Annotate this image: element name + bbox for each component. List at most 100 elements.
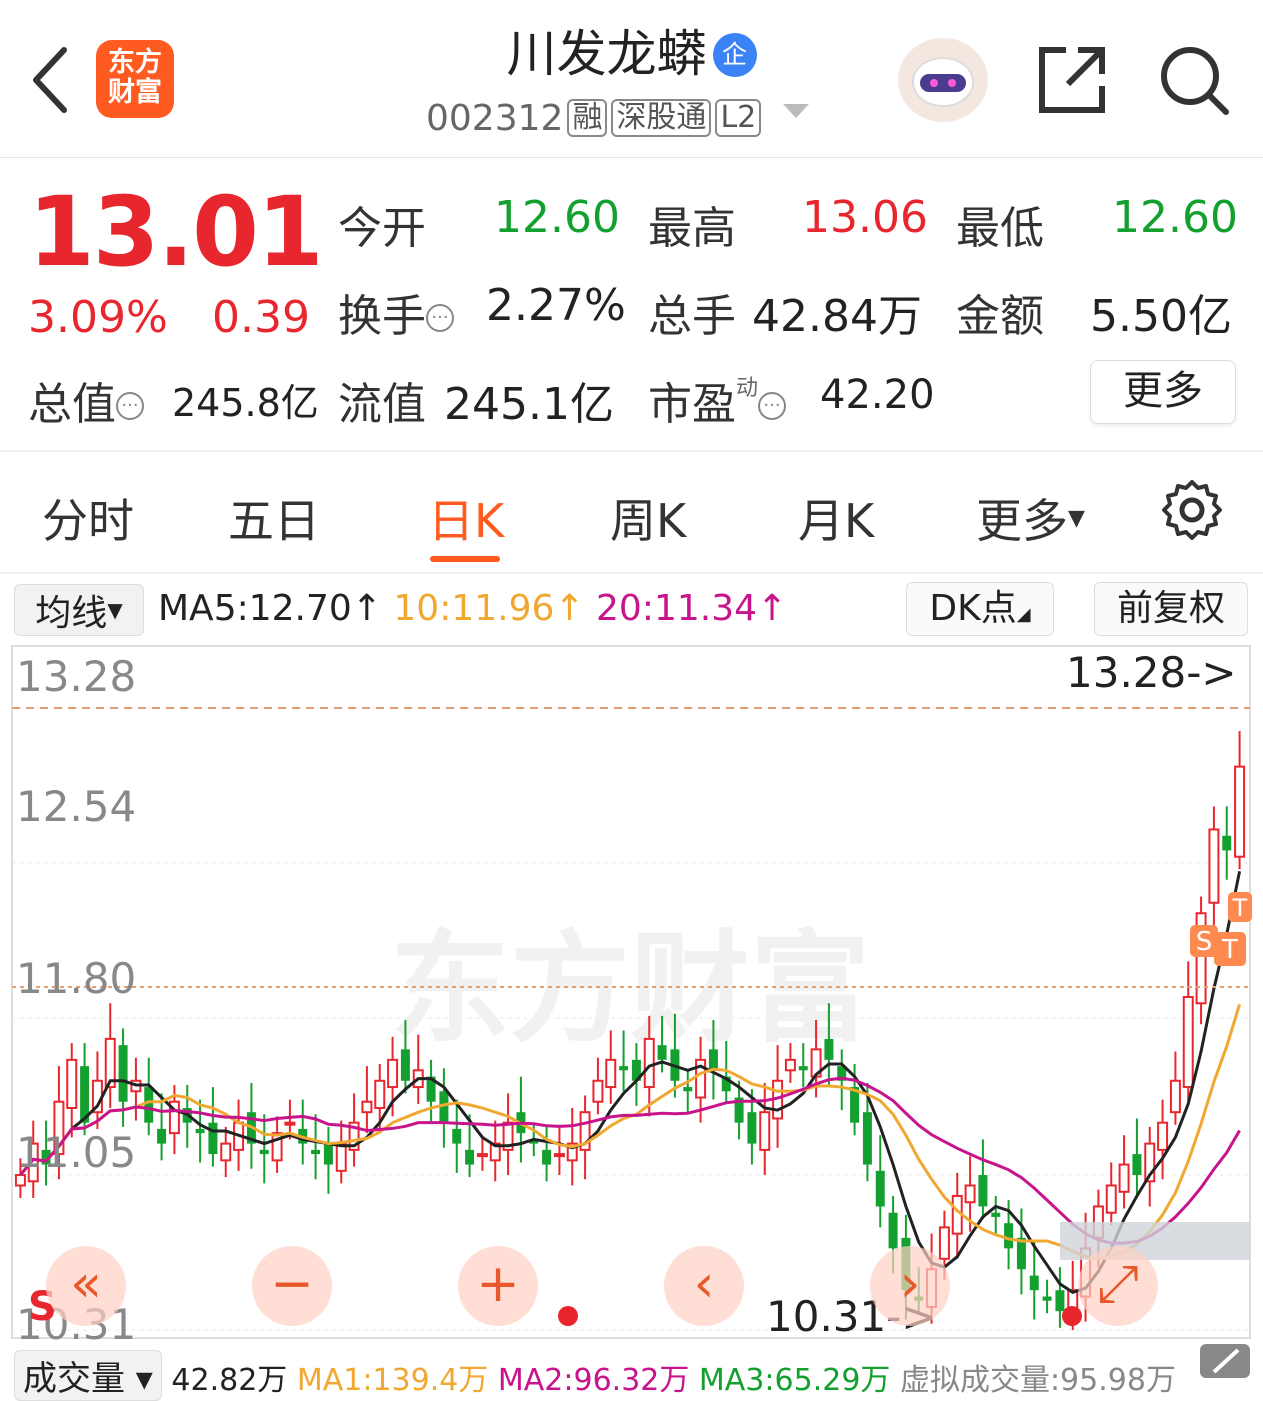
volume-value: 42.84万 <box>752 291 922 342</box>
scroll-right-button[interactable]: › <box>870 1246 950 1326</box>
candle-body <box>747 1112 757 1144</box>
candle-body <box>195 1128 205 1134</box>
candle-body <box>542 1149 552 1165</box>
candle-body <box>374 1079 386 1110</box>
max-price-marker: 13.28-> <box>1066 648 1237 697</box>
header-bar: 东方 财富 川发龙蟒企 002312 融深股通 L2 <box>0 0 1263 158</box>
mktcap-label[interactable]: 总值 ··· <box>28 368 144 432</box>
volume-row: 成交量 ▾ 42.82万 MA1:139.4万 MA2:96.32万 MA3:6… <box>14 1350 1176 1401</box>
pe-value: 42.20 <box>820 372 935 418</box>
high-value: 13.06 <box>802 192 928 243</box>
fullscreen-expand-icon[interactable]: ⤢ <box>1078 1246 1158 1326</box>
low-label: 最低 <box>956 203 1044 254</box>
tab-daily-k[interactable]: 日K <box>428 485 504 551</box>
divider <box>0 572 1263 574</box>
ma10-value: 10:11.96 <box>393 588 555 629</box>
candle-body <box>259 1149 269 1155</box>
dropdown-triangle-icon: ▼ <box>107 598 123 622</box>
info-icon[interactable]: ··· <box>426 304 454 332</box>
candle-body <box>1016 1237 1026 1270</box>
candle-body <box>862 1112 872 1165</box>
candle-body <box>208 1122 218 1155</box>
edit-icon[interactable] <box>1200 1344 1250 1378</box>
candle-body <box>1234 765 1246 858</box>
scroll-left-fast-button[interactable]: « <box>46 1246 126 1326</box>
candle-body <box>1118 1163 1130 1193</box>
change-percent: 3.09% <box>28 292 168 343</box>
candle-body <box>452 1128 462 1144</box>
tab-more[interactable]: 更多▼ <box>976 485 1085 551</box>
tag-margin: 融 <box>567 99 608 137</box>
range-highlight <box>1060 1222 1250 1260</box>
high-label: 最高 <box>648 203 736 254</box>
turnover-label[interactable]: 换手 ··· <box>338 280 454 344</box>
candle-body <box>1157 1121 1169 1151</box>
scroll-left-button[interactable]: ‹ <box>664 1246 744 1326</box>
share-icon[interactable] <box>1036 44 1108 116</box>
assistant-robot-icon[interactable] <box>898 38 988 122</box>
candle-body <box>643 1037 655 1089</box>
stock-subtitle[interactable]: 002312 融深股通 L2 <box>426 98 811 139</box>
float-label: 流值 <box>338 379 426 430</box>
vol-ma1: MA1:139.4万 <box>296 1363 489 1398</box>
candle-body <box>978 1175 988 1207</box>
kline-chart[interactable]: 东方财富 S T T <box>0 640 1263 1345</box>
more-button[interactable]: 更多 <box>1090 360 1236 424</box>
signal-dot <box>558 1306 578 1326</box>
up-arrow-icon: ↑ <box>554 588 585 629</box>
candle-body <box>824 1038 834 1060</box>
active-tab-indicator <box>430 556 500 562</box>
candle-body <box>387 1058 399 1089</box>
candle-body <box>1132 1154 1142 1176</box>
dk-point-button[interactable]: DK点◢ <box>906 582 1054 636</box>
candle-body <box>619 1066 629 1071</box>
ma-select-dropdown[interactable]: 均线▼ <box>14 584 144 636</box>
candle-body <box>553 1153 565 1158</box>
enterprise-badge[interactable]: 企 <box>712 33 757 77</box>
adjust-button[interactable]: 前复权 <box>1094 582 1248 636</box>
signal-dot <box>1062 1306 1082 1326</box>
candle-body <box>784 1058 796 1072</box>
candle-body <box>888 1212 898 1249</box>
pe-label[interactable]: 市盈动··· <box>648 368 787 432</box>
y-tick-label: 12.54 <box>16 782 137 831</box>
candle-body <box>1042 1296 1052 1301</box>
svg-text:T: T <box>1221 935 1238 965</box>
settings-gear-icon[interactable] <box>1160 478 1224 542</box>
y-tick-label: 11.80 <box>16 954 137 1003</box>
ma-values: MA5:12.70↑ 10:11.96↑ 20:11.34↑ <box>158 584 787 634</box>
volume-select-dropdown[interactable]: 成交量 ▾ <box>14 1350 162 1401</box>
tab-five-day[interactable]: 五日 <box>228 485 320 551</box>
turnover-value: 2.27% <box>486 280 626 331</box>
virtual-volume: 虚拟成交量:95.98万 <box>899 1363 1176 1398</box>
candle-body <box>284 1121 296 1126</box>
search-icon[interactable] <box>1158 44 1230 116</box>
zoom-in-button[interactable]: + <box>458 1246 538 1326</box>
candle-body <box>400 1049 410 1081</box>
ma20-value: 20:11.34 <box>596 588 758 629</box>
candle-body <box>657 1045 667 1060</box>
tag-connect: 深股通 <box>611 99 712 137</box>
open-value: 12.60 <box>494 192 620 243</box>
current-price: 13.01 <box>28 176 324 288</box>
tab-weekly-k[interactable]: 周K <box>610 485 686 551</box>
y-tick-label: 11.05 <box>16 1128 137 1177</box>
dropdown-triangle-icon[interactable] <box>781 102 811 122</box>
info-icon[interactable]: ··· <box>758 392 787 420</box>
watermark: 东方财富 <box>390 920 870 1059</box>
candle-body <box>592 1079 604 1103</box>
candle-body <box>220 1142 232 1162</box>
tab-monthly-k[interactable]: 月K <box>798 485 874 551</box>
open-label: 今开 <box>338 203 426 254</box>
volume-label: 总手 <box>648 291 736 342</box>
dropdown-triangle-icon: ▼ <box>1068 506 1085 531</box>
info-icon[interactable]: ··· <box>116 392 144 420</box>
candle-body <box>323 1143 333 1165</box>
candle-body <box>875 1170 885 1207</box>
amount-value: 5.50亿 <box>1090 291 1232 342</box>
zoom-out-button[interactable]: − <box>252 1246 332 1326</box>
candle-body <box>938 1226 950 1260</box>
tab-intraday[interactable]: 分时 <box>42 485 134 551</box>
mktcap-value: 245.8亿 <box>172 381 319 425</box>
candle-body <box>335 1142 347 1172</box>
